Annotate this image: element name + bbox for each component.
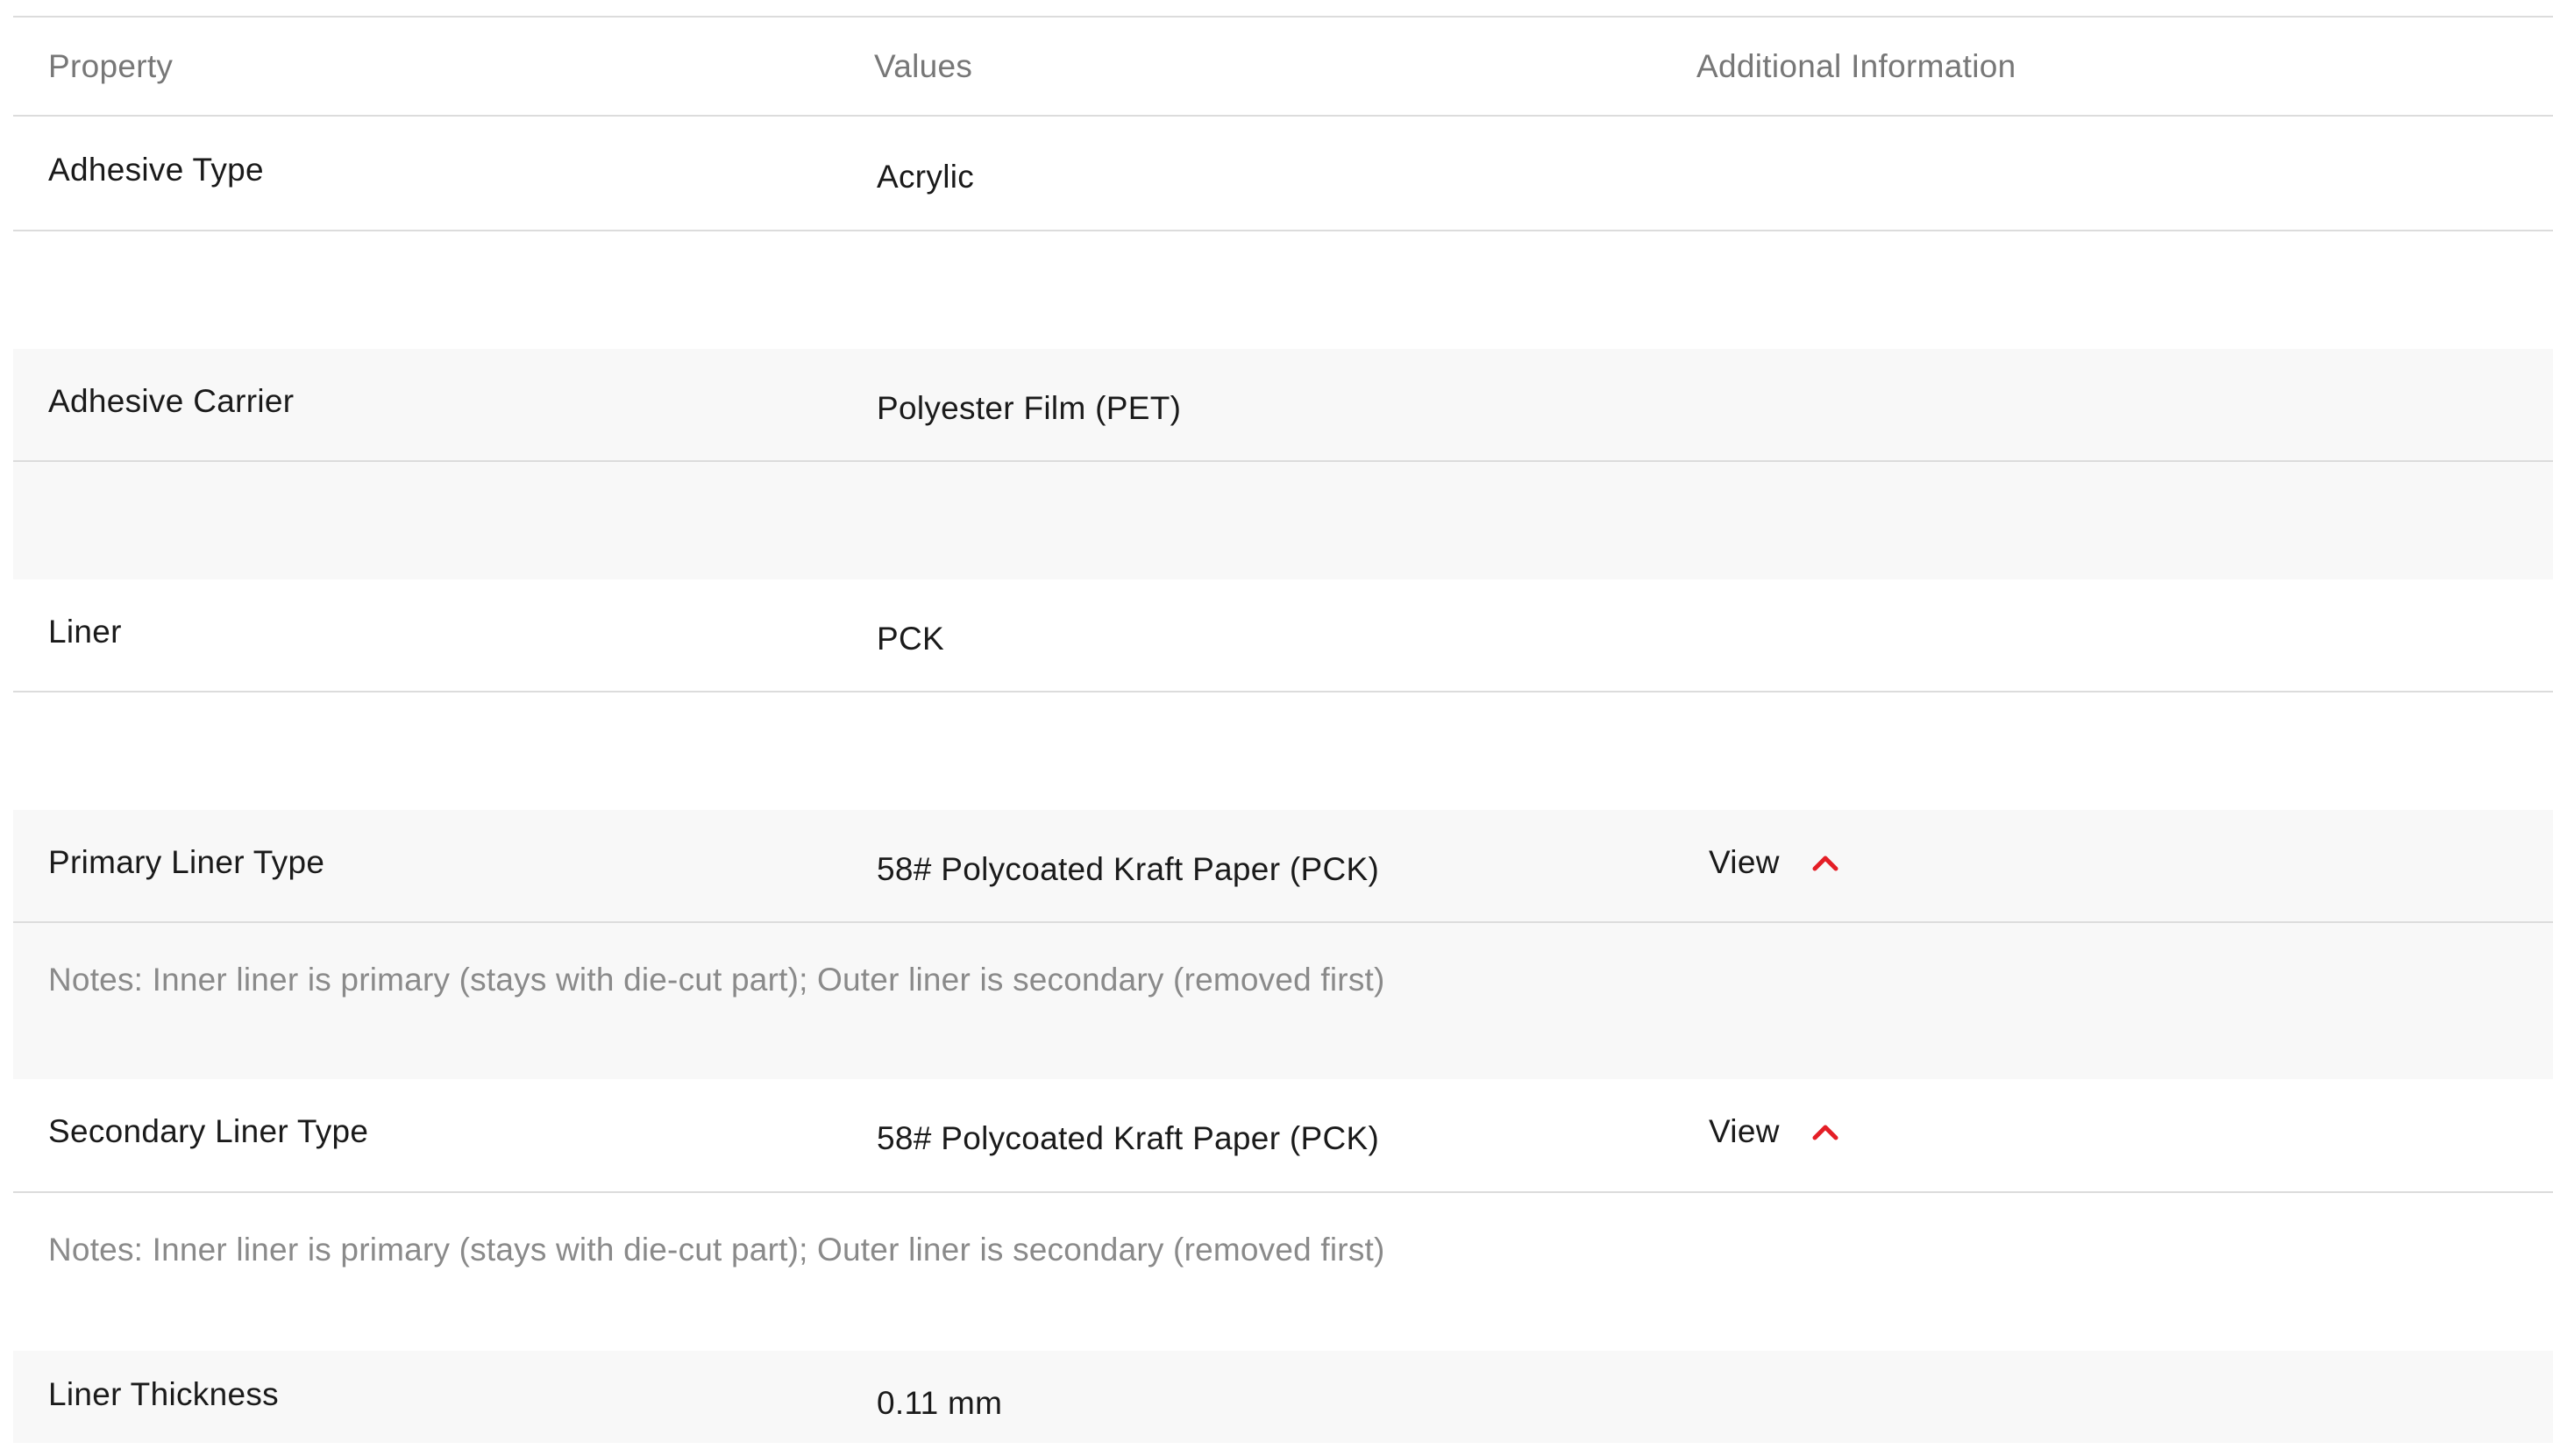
additional-info-cell: View	[1709, 810, 1839, 921]
view-toggle[interactable]: View	[1709, 844, 1839, 881]
liner-notes: Notes: Inner liner is primary (stays wit…	[48, 1232, 1385, 1268]
view-link[interactable]: View	[1709, 844, 1780, 881]
row-spacer	[13, 692, 2553, 810]
table-row: Primary Liner Type 58# Polycoated Kraft …	[13, 810, 2553, 923]
property-value: 58# Polycoated Kraft Paper (PCK)	[877, 1120, 1380, 1156]
table-row: Liner PCK	[13, 579, 2553, 692]
chevron-up-icon[interactable]	[1811, 1121, 1839, 1142]
liner-notes: Notes: Inner liner is primary (stays wit…	[48, 962, 1385, 998]
table-header: Property Values Additional Information	[13, 16, 2553, 117]
header-values: Values	[874, 47, 973, 84]
view-toggle[interactable]: View	[1709, 1113, 1839, 1150]
property-value: Polyester Film (PET)	[877, 389, 1182, 426]
property-label: Secondary Liner Type	[48, 1113, 369, 1149]
table-row: Secondary Liner Type 58# Polycoated Kraf…	[13, 1079, 2553, 1193]
property-value: PCK	[877, 620, 944, 657]
property-value: 58# Polycoated Kraft Paper (PCK)	[877, 850, 1380, 887]
notes-row: Notes: Inner liner is primary (stays wit…	[13, 1193, 2553, 1351]
table-row: Liner Thickness 0.11 mm	[13, 1351, 2553, 1443]
notes-row: Notes: Inner liner is primary (stays wit…	[13, 923, 2553, 1079]
header-additional-information: Additional Information	[1696, 47, 2016, 84]
additional-info-cell: View	[1709, 1079, 1839, 1191]
property-label: Primary Liner Type	[48, 843, 325, 880]
view-link[interactable]: View	[1709, 1113, 1780, 1150]
property-label: Liner	[48, 613, 122, 650]
chevron-up-icon[interactable]	[1811, 852, 1839, 873]
property-label: Adhesive Carrier	[48, 382, 295, 419]
header-property: Property	[48, 47, 174, 84]
property-value: Acrylic	[877, 158, 975, 195]
properties-table: Property Values Additional Information A…	[13, 0, 2553, 1443]
row-spacer	[13, 231, 2553, 349]
property-value: 0.11 mm	[877, 1385, 1003, 1421]
property-label: Adhesive Type	[48, 151, 264, 188]
row-spacer	[13, 462, 2553, 579]
table-row: Adhesive Type Acrylic	[13, 117, 2553, 231]
property-label: Liner Thickness	[48, 1376, 279, 1412]
table-row: Adhesive Carrier Polyester Film (PET)	[13, 349, 2553, 462]
